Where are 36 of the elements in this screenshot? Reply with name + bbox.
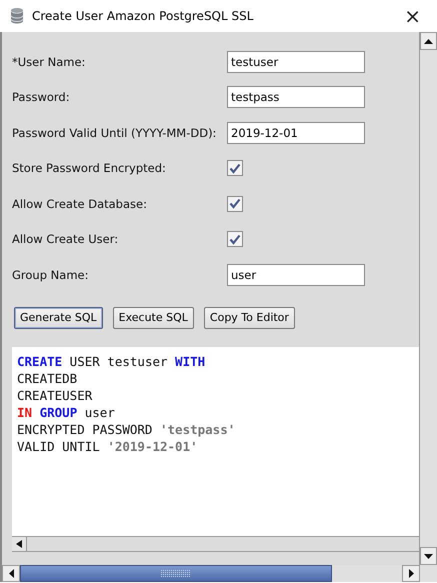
sql-editor[interactable]: CREATE USER testuser WITH CREATEDB CREATEUSER IN GROUP user ENCRYPTED PASSWORD 'testpass' VALID UNTIL '2019-12-01': [12, 346, 419, 536]
field-label: Allow Create Database:: [12, 196, 148, 211]
left-arrow-icon[interactable]: [16, 540, 22, 548]
database-icon: [10, 7, 24, 25]
input-field[interactable]: 2019-12-01: [227, 122, 365, 144]
vertical-scrollbar[interactable]: [419, 32, 437, 565]
code-line: CREATEDB: [17, 370, 78, 386]
code-line: CREATEUSER: [17, 386, 92, 404]
right-arrow-icon[interactable]: [408, 569, 414, 578]
window-title: Create User Amazon PostgreSQL SSL: [32, 9, 254, 23]
field-label: Group Name:: [12, 268, 90, 282]
horizontal-scrollbar[interactable]: [12, 536, 419, 552]
close-button[interactable]: ×: [398, 4, 427, 28]
code-line: CREATE USER testuser WITH: [17, 352, 206, 370]
input-field[interactable]: user: [227, 264, 365, 286]
field-label: Password Valid Until (YYYY-MM-DD):: [12, 126, 218, 140]
code-line: IN GROUP user: [17, 404, 115, 420]
button[interactable]: Copy To Editor: [204, 306, 295, 328]
up-arrow-icon[interactable]: [424, 38, 433, 44]
field-label: Allow Create User:: [12, 232, 120, 246]
code-line: ENCRYPTED PASSWORD 'testpass': [17, 420, 236, 438]
down-arrow-icon[interactable]: [424, 554, 433, 558]
field-label: Password:: [12, 90, 71, 104]
code-line: VALID UNTIL '2019-12-01': [17, 438, 198, 454]
input-field[interactable]: testpass: [227, 86, 365, 108]
input-field[interactable]: testuser: [227, 50, 365, 73]
field-label: *User Name:: [12, 54, 86, 69]
button[interactable]: Generate SQL: [14, 306, 103, 328]
button[interactable]: Execute SQL: [112, 306, 194, 328]
checkbox[interactable]: [227, 160, 243, 176]
checkbox[interactable]: [227, 231, 243, 248]
checkbox[interactable]: [227, 196, 243, 212]
scroll-thumb[interactable]: [20, 565, 332, 582]
horizontal-scrollbar[interactable]: [0, 565, 437, 582]
field-label: Store Password Encrypted:: [12, 161, 167, 176]
left-arrow-icon[interactable]: [8, 569, 14, 578]
